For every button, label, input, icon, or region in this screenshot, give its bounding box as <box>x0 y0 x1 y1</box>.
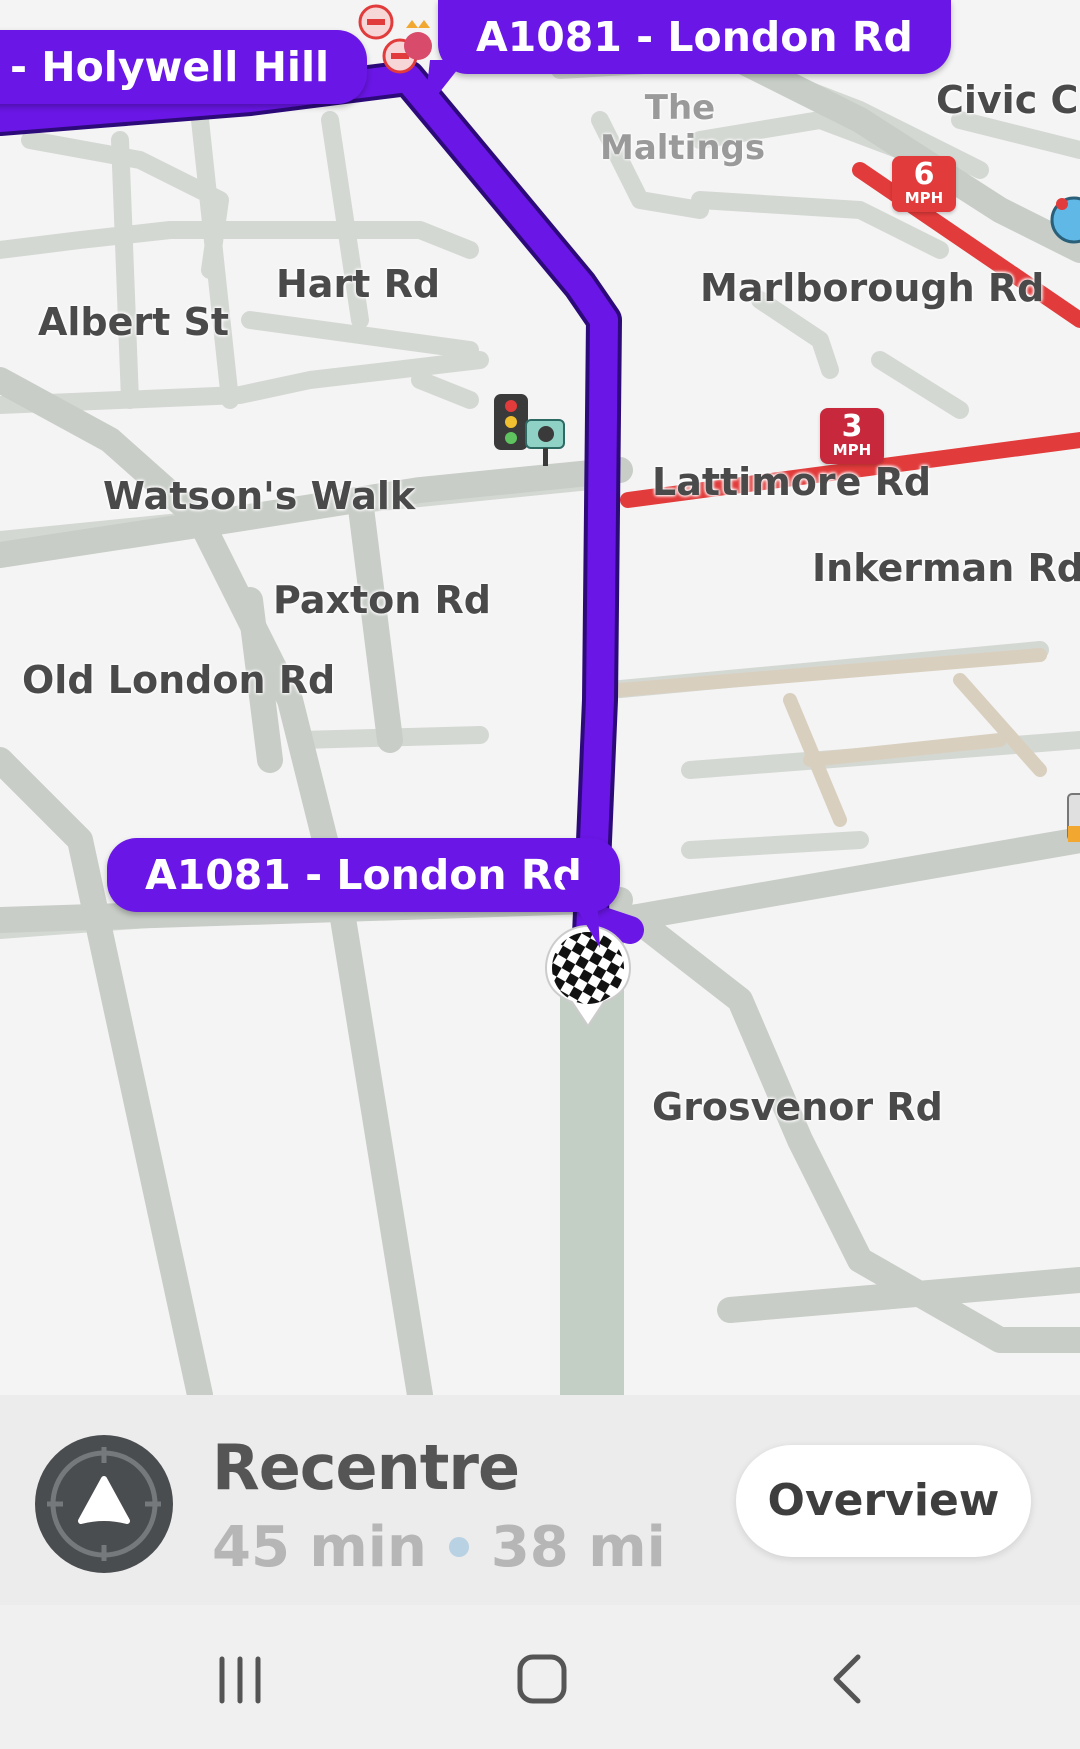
gas-station-icon[interactable] <box>1062 790 1080 852</box>
road-label-grosvenor: Grosvenor Rd <box>652 1085 943 1129</box>
crosshair-icon <box>47 1447 161 1561</box>
back-icon[interactable] <box>806 1645 886 1715</box>
road-label-lattimore: Lattimore Rd <box>652 460 932 504</box>
recenter-label[interactable]: Recentre <box>212 1431 520 1504</box>
speed-camera-badge[interactable]: 3 MPH <box>820 408 884 464</box>
callout-pointer <box>424 60 465 112</box>
recent-apps-icon[interactable] <box>200 1645 280 1715</box>
road-label-watsons-walk: Watson's Walk <box>103 474 416 518</box>
navigation-summary-panel: Recentre 45 min 38 mi Overview <box>0 1395 1080 1605</box>
route-callout-holywell-hill: - Holywell Hill <box>0 30 368 104</box>
poi-label-maltings: The Maltings <box>600 88 766 168</box>
system-navigation-bar <box>0 1605 1080 1749</box>
speed-camera-badge[interactable]: 6 MPH <box>892 156 956 212</box>
wazer-icon[interactable] <box>1048 190 1080 250</box>
road-label-civic: Civic Cl <box>936 78 1080 122</box>
separator-dot <box>448 1536 469 1557</box>
route-callout-london-rd-bottom: A1081 - London Rd <box>107 838 620 912</box>
traffic-camera-icon[interactable] <box>490 392 570 474</box>
road-label-paxton: Paxton Rd <box>273 578 491 622</box>
eta-distance: 38 mi <box>490 1515 666 1580</box>
road-label-inkerman: Inkerman Rd <box>812 546 1080 590</box>
map-view[interactable]: The Maltings Hart Rd Albert St Marlborou… <box>0 0 1080 1395</box>
route-callout-london-rd-top: A1081 - London Rd <box>438 0 951 74</box>
road-label-albert: Albert St <box>38 300 230 344</box>
home-icon[interactable] <box>502 1645 582 1715</box>
eta-time: 45 min <box>212 1515 427 1580</box>
callout-pointer <box>560 880 600 948</box>
road-label-marlborough: Marlborough Rd <box>700 266 1045 310</box>
recenter-button[interactable] <box>35 1435 173 1573</box>
road-label-hart: Hart Rd <box>276 262 441 306</box>
eta-summary: 45 min 38 mi <box>212 1515 666 1580</box>
overview-button[interactable]: Overview <box>736 1445 1031 1557</box>
road-label-old-london: Old London Rd <box>22 658 336 702</box>
